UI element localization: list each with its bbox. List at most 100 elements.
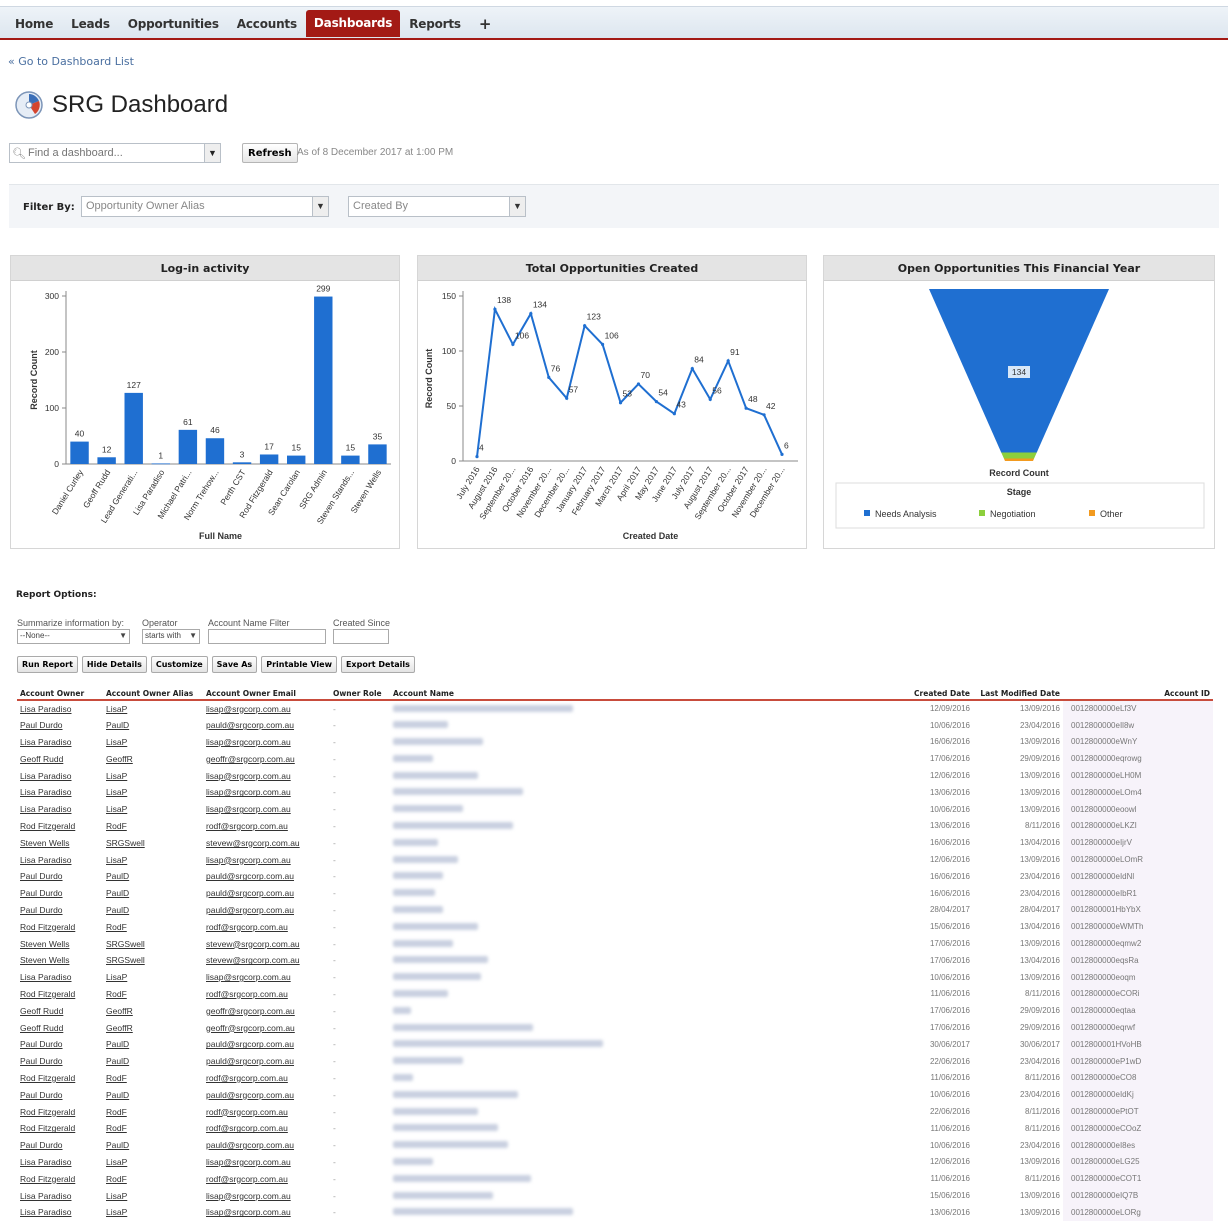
account-owner-cell[interactable]: Lisa Paradiso	[17, 1204, 103, 1221]
owner-email-cell[interactable]: lisap@srgcorp.com.au	[203, 1154, 330, 1171]
account-name-cell[interactable]	[390, 1154, 908, 1171]
account-name-cell[interactable]	[390, 851, 908, 868]
account-name-cell[interactable]	[390, 717, 908, 734]
data-point[interactable]	[583, 324, 587, 328]
owner-email-cell[interactable]: rodf@srgcorp.com.au	[203, 1103, 330, 1120]
table-row[interactable]: Paul Durdo PaulD pauld@srgcorp.com.au - 16/0…	[17, 867, 1213, 885]
account-name-cell[interactable]	[390, 767, 908, 784]
owner-alias-cell[interactable]: PaulD	[103, 717, 203, 734]
bar[interactable]	[259, 454, 279, 464]
owner-email-cell[interactable]: lisap@srgcorp.com.au	[203, 969, 330, 986]
account-name-cell[interactable]	[390, 801, 908, 818]
save-as-button[interactable]: Save As	[211, 656, 258, 673]
owner-alias-cell[interactable]: RodF	[103, 1120, 203, 1137]
account-owner-cell[interactable]: Rod Fitzgerald	[17, 1070, 103, 1087]
account-owner-cell[interactable]: Paul Durdo	[17, 885, 103, 902]
owner-email-cell[interactable]: pauld@srgcorp.com.au	[203, 717, 330, 734]
account-owner-cell[interactable]: Lisa Paradiso	[17, 784, 103, 801]
account-owner-cell[interactable]: Lisa Paradiso	[17, 767, 103, 784]
owner-alias-cell[interactable]: PaulD	[103, 868, 203, 885]
owner-email-cell[interactable]: pauld@srgcorp.com.au	[203, 1086, 330, 1103]
owner-alias-cell[interactable]: PaulD	[103, 1036, 203, 1053]
owner-email-cell[interactable]: lisap@srgcorp.com.au	[203, 734, 330, 751]
data-point[interactable]	[475, 455, 479, 459]
created-since-input[interactable]	[333, 629, 389, 644]
owner-email-cell[interactable]: rodf@srgcorp.com.au	[203, 1120, 330, 1137]
table-row[interactable]: Paul Durdo PaulD pauld@srgcorp.com.au - 10/0…	[17, 1136, 1213, 1154]
chevron-down-icon[interactable]: ▼	[204, 144, 220, 162]
open-opportunities-panel[interactable]: Open Opportunities This Financial Year 1…	[823, 255, 1215, 549]
table-row[interactable]: Rod Fitzgerald RodF rodf@srgcorp.com.au - 11…	[17, 985, 1213, 1003]
table-row[interactable]: Lisa Paradiso LisaP lisap@srgcorp.com.au - 1…	[17, 1187, 1213, 1204]
account-owner-cell[interactable]: Steven Wells	[17, 935, 103, 952]
table-row[interactable]: Paul Durdo PaulD pauld@srgcorp.com.au - 30/0…	[17, 1035, 1213, 1053]
data-point[interactable]	[565, 396, 569, 400]
bar[interactable]	[287, 455, 306, 464]
bar[interactable]	[97, 457, 116, 464]
account-owner-cell[interactable]: Steven Wells	[17, 834, 103, 851]
owner-alias-cell[interactable]: SRGSwell	[103, 952, 203, 969]
table-row[interactable]: Rod Fitzgerald RodF rodf@srgcorp.com.au - 11…	[17, 1170, 1213, 1188]
data-point[interactable]	[672, 412, 676, 416]
data-point[interactable]	[744, 406, 748, 410]
table-row[interactable]: Steven Wells SRGSwell stevew@srgcorp.com.a…	[17, 935, 1213, 952]
account-owner-cell[interactable]: Paul Durdo	[17, 1036, 103, 1053]
owner-alias-cell[interactable]: LisaP	[103, 1204, 203, 1221]
account-owner-cell[interactable]: Lisa Paradiso	[17, 1187, 103, 1204]
table-row[interactable]: Lisa Paradiso LisaP lisap@srgcorp.com.au - 1…	[17, 783, 1213, 801]
owner-email-cell[interactable]: stevew@srgcorp.com.au	[203, 935, 330, 952]
table-row[interactable]: Paul Durdo PaulD pauld@srgcorp.com.au - 22/0…	[17, 1052, 1213, 1070]
column-header[interactable]: Owner Role	[330, 688, 390, 701]
account-name-filter-input[interactable]	[208, 629, 326, 644]
owner-email-cell[interactable]: rodf@srgcorp.com.au	[203, 986, 330, 1003]
table-row[interactable]: Lisa Paradiso LisaP lisap@srgcorp.com.au - 1…	[17, 1203, 1213, 1221]
account-name-cell[interactable]	[390, 1002, 908, 1019]
account-owner-cell[interactable]: Rod Fitzgerald	[17, 986, 103, 1003]
account-name-cell[interactable]	[390, 969, 908, 986]
column-header[interactable]: Account Owner Email	[203, 688, 330, 701]
owner-email-cell[interactable]: pauld@srgcorp.com.au	[203, 1036, 330, 1053]
account-name-cell[interactable]	[390, 1137, 908, 1154]
tab-home[interactable]: Home	[6, 11, 62, 37]
owner-alias-cell[interactable]: LisaP	[103, 1154, 203, 1171]
opportunities-created-panel[interactable]: Total Opportunities Created 0 50 100 150 4 Ju…	[417, 255, 807, 549]
account-owner-cell[interactable]: Geoff Rudd	[17, 1019, 103, 1036]
owner-email-cell[interactable]: stevew@srgcorp.com.au	[203, 952, 330, 969]
owner-alias-cell[interactable]: LisaP	[103, 700, 203, 717]
owner-alias-cell[interactable]: RodF	[103, 818, 203, 835]
owner-email-cell[interactable]: pauld@srgcorp.com.au	[203, 1137, 330, 1154]
table-row[interactable]: Steven Wells SRGSwell stevew@srgcorp.com.a…	[17, 834, 1213, 852]
owner-email-cell[interactable]: lisap@srgcorp.com.au	[203, 700, 330, 717]
table-row[interactable]: Steven Wells SRGSwell stevew@srgcorp.com.a…	[17, 951, 1213, 969]
table-row[interactable]: Rod Fitzgerald RodF rodf@srgcorp.com.au - 13…	[17, 817, 1213, 835]
tab-reports[interactable]: Reports	[400, 11, 470, 37]
account-name-cell[interactable]	[390, 1053, 908, 1070]
owner-email-cell[interactable]: lisap@srgcorp.com.au	[203, 1204, 330, 1221]
account-owner-cell[interactable]: Paul Durdo	[17, 717, 103, 734]
owner-email-cell[interactable]: lisap@srgcorp.com.au	[203, 767, 330, 784]
refresh-button[interactable]: Refresh	[242, 143, 298, 163]
account-name-cell[interactable]	[390, 700, 908, 717]
owner-alias-cell[interactable]: PaulD	[103, 1086, 203, 1103]
created-by-filter-select[interactable]: Created By ▼	[348, 196, 526, 217]
account-name-cell[interactable]	[390, 918, 908, 935]
customize-button[interactable]: Customize	[150, 656, 208, 673]
account-name-cell[interactable]	[390, 902, 908, 919]
tab-accounts[interactable]: Accounts	[228, 11, 306, 37]
table-row[interactable]: Rod Fitzgerald RodF rodf@srgcorp.com.au - 11…	[17, 1069, 1213, 1087]
account-owner-cell[interactable]: Lisa Paradiso	[17, 969, 103, 986]
owner-email-cell[interactable]: stevew@srgcorp.com.au	[203, 834, 330, 851]
owner-alias-cell[interactable]: RodF	[103, 1170, 203, 1187]
account-owner-cell[interactable]: Geoff Rudd	[17, 750, 103, 767]
table-row[interactable]: Lisa Paradiso LisaP lisap@srgcorp.com.au - 1…	[17, 700, 1213, 717]
account-name-cell[interactable]	[390, 986, 908, 1003]
account-name-cell[interactable]	[390, 734, 908, 751]
login-activity-panel[interactable]: Log-in activity 0 100 200 300 40 Daniel Curle…	[10, 255, 400, 549]
account-name-cell[interactable]	[390, 885, 908, 902]
owner-email-cell[interactable]: rodf@srgcorp.com.au	[203, 1070, 330, 1087]
account-owner-cell[interactable]: Paul Durdo	[17, 902, 103, 919]
data-point[interactable]	[529, 312, 533, 316]
account-name-cell[interactable]	[390, 750, 908, 767]
data-point[interactable]	[690, 367, 694, 371]
account-name-cell[interactable]	[390, 1187, 908, 1204]
